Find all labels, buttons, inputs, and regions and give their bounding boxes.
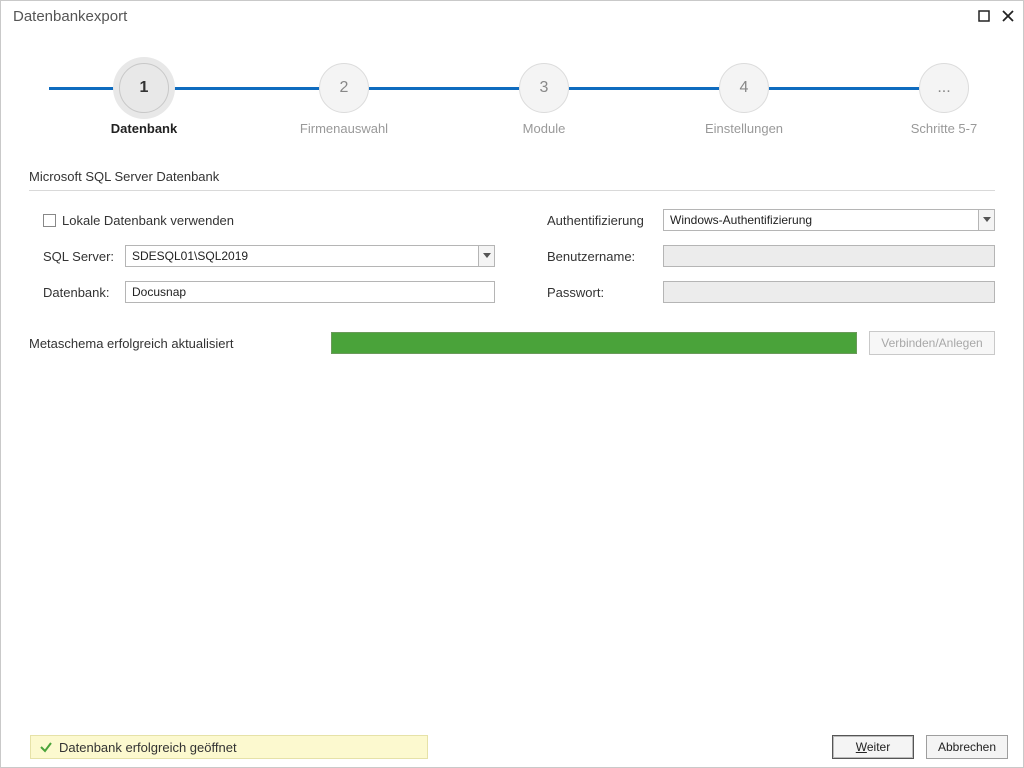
step-number: 3	[540, 79, 549, 97]
window-title: Datenbankexport	[13, 8, 977, 25]
step-line	[169, 87, 319, 90]
auth-label: Authentifizierung	[547, 213, 657, 228]
progress-fill	[332, 333, 856, 353]
wizard-stepper: 1 2 3 4 ... Datenbank Firmenauswahl Modu…	[1, 31, 1023, 153]
auth-combobox[interactable]: Windows-Authentifizierung	[663, 209, 995, 231]
close-icon[interactable]	[1001, 9, 1015, 23]
password-field	[663, 281, 995, 303]
use-local-db-label: Lokale Datenbank verwenden	[62, 213, 234, 228]
connection-status-row: Metaschema erfolgreich aktualisiert Verb…	[29, 331, 995, 355]
step-line	[49, 87, 119, 90]
next-button[interactable]: Weiter	[832, 735, 914, 759]
cancel-button[interactable]: Abbrechen	[926, 735, 1008, 759]
auth-value: Windows-Authentifizierung	[664, 210, 978, 230]
step-line	[569, 87, 719, 90]
step-2[interactable]: 2	[319, 63, 369, 113]
password-label: Passwort:	[547, 285, 657, 300]
status-banner: Datenbank erfolgreich geöffnet	[30, 735, 428, 759]
step-4[interactable]: 4	[719, 63, 769, 113]
sql-server-combobox[interactable]: SDESQL01\SQL2019	[125, 245, 495, 267]
sql-server-value: SDESQL01\SQL2019	[126, 246, 478, 266]
chevron-down-icon[interactable]	[978, 210, 994, 230]
status-banner-text: Datenbank erfolgreich geöffnet	[59, 740, 237, 755]
step-line	[369, 87, 519, 90]
connect-button: Verbinden/Anlegen	[869, 331, 995, 355]
use-local-db-checkbox[interactable]	[43, 214, 56, 227]
maximize-icon[interactable]	[977, 9, 991, 23]
step-label: Datenbank	[64, 121, 224, 136]
database-label: Datenbank:	[43, 285, 119, 300]
section-separator	[29, 190, 995, 191]
step-number: 4	[740, 79, 749, 97]
content-area: Microsoft SQL Server Datenbank Lokale Da…	[1, 153, 1023, 355]
step-number: 1	[140, 79, 149, 97]
username-label: Benutzername:	[547, 249, 657, 264]
form-grid: Lokale Datenbank verwenden Authentifizie…	[29, 209, 995, 303]
step-label: Module	[464, 121, 624, 136]
section-title: Microsoft SQL Server Datenbank	[29, 169, 995, 184]
step-label: Firmenauswahl	[264, 121, 424, 136]
step-label: Einstellungen	[664, 121, 824, 136]
dialog-footer: Datenbank erfolgreich geöffnet Weiter Ab…	[2, 728, 1022, 766]
step-label: Schritte 5-7	[864, 121, 1024, 136]
next-button-label: Weiter	[856, 740, 890, 754]
check-icon	[39, 740, 53, 754]
window-buttons	[977, 9, 1015, 23]
username-field	[663, 245, 995, 267]
chevron-down-icon[interactable]	[478, 246, 494, 266]
step-line	[769, 87, 919, 90]
progress-bar	[331, 332, 857, 354]
database-field[interactable]: Docusnap	[125, 281, 495, 303]
sql-server-label: SQL Server:	[43, 249, 119, 264]
dialog-window: Datenbankexport 1 2 3 4 ... Datenbank Fi…	[0, 0, 1024, 768]
step-number: 2	[340, 79, 349, 97]
cancel-button-label: Abbrechen	[938, 740, 996, 754]
titlebar: Datenbankexport	[1, 1, 1023, 31]
metaschema-status-text: Metaschema erfolgreich aktualisiert	[29, 336, 319, 351]
step-1[interactable]: 1	[119, 63, 169, 113]
step-3[interactable]: 3	[519, 63, 569, 113]
step-more[interactable]: ...	[919, 63, 969, 113]
step-number: ...	[937, 79, 950, 97]
